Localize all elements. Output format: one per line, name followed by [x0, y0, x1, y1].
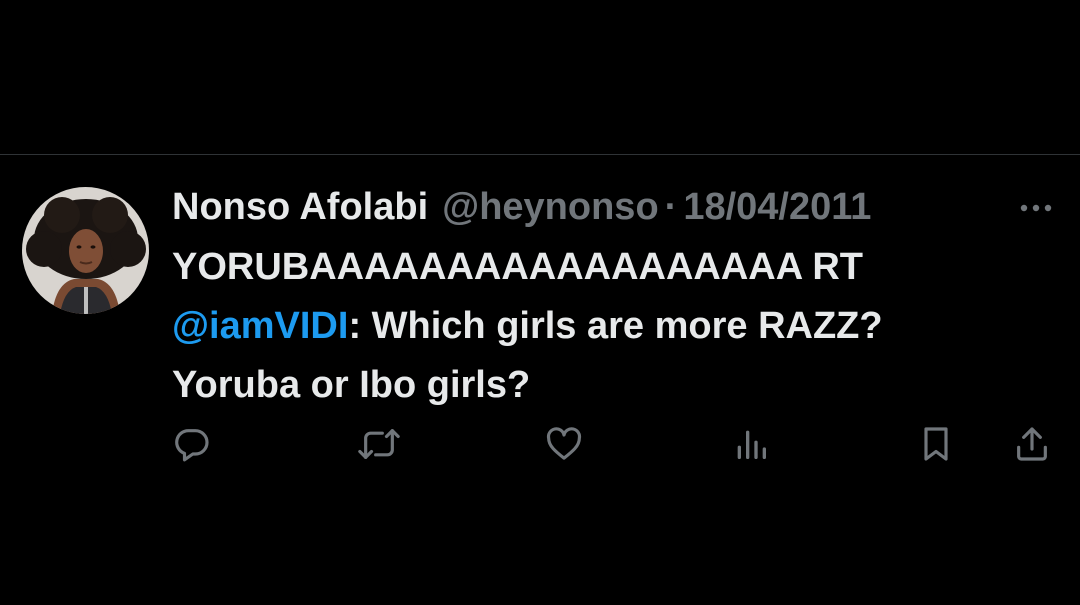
like-button[interactable]: [540, 420, 588, 468]
reply-button[interactable]: [168, 420, 216, 468]
tweet-header: Nonso Afolabi @heynonso · 18/04/2011: [172, 182, 1052, 232]
tweet-text-line: YORUBAAAAAAAAAAAAAAAAAA RT: [172, 246, 863, 288]
author-name[interactable]: Nonso Afolabi: [172, 182, 428, 232]
tweet-text-line: @iamVIDI: Which girls are more RAZZ?: [172, 297, 1052, 356]
top-divider: [0, 154, 1080, 155]
more-options-button[interactable]: [1012, 190, 1060, 226]
more-horizontal-icon: [1020, 204, 1052, 212]
bookmark-button[interactable]: [912, 420, 960, 468]
tweet-text-line: Yoruba or Ibo girls?: [172, 364, 531, 406]
avatar[interactable]: [22, 187, 149, 314]
retweet-icon: [358, 429, 400, 459]
author-handle[interactable]: @heynonso: [442, 182, 659, 232]
tweet-text-fragment: : Which girls are more RAZZ?: [348, 305, 883, 347]
header-separator: ·: [664, 186, 678, 228]
retweet-button[interactable]: [355, 420, 403, 468]
avatar-photo: [22, 187, 149, 314]
tweet-date[interactable]: 18/04/2011: [683, 182, 871, 232]
views-button[interactable]: [727, 420, 775, 468]
reply-icon: [175, 429, 209, 462]
share-button[interactable]: [1008, 420, 1056, 468]
heart-icon: [546, 427, 582, 460]
tweet-text: YORUBAAAAAAAAAAAAAAAAAA RT @iamVIDI: Whi…: [172, 238, 1052, 415]
mention-link[interactable]: @iamVIDI: [172, 305, 348, 347]
views-chart-icon: [737, 430, 766, 459]
bookmark-icon: [924, 427, 948, 461]
share-icon: [1017, 427, 1047, 461]
